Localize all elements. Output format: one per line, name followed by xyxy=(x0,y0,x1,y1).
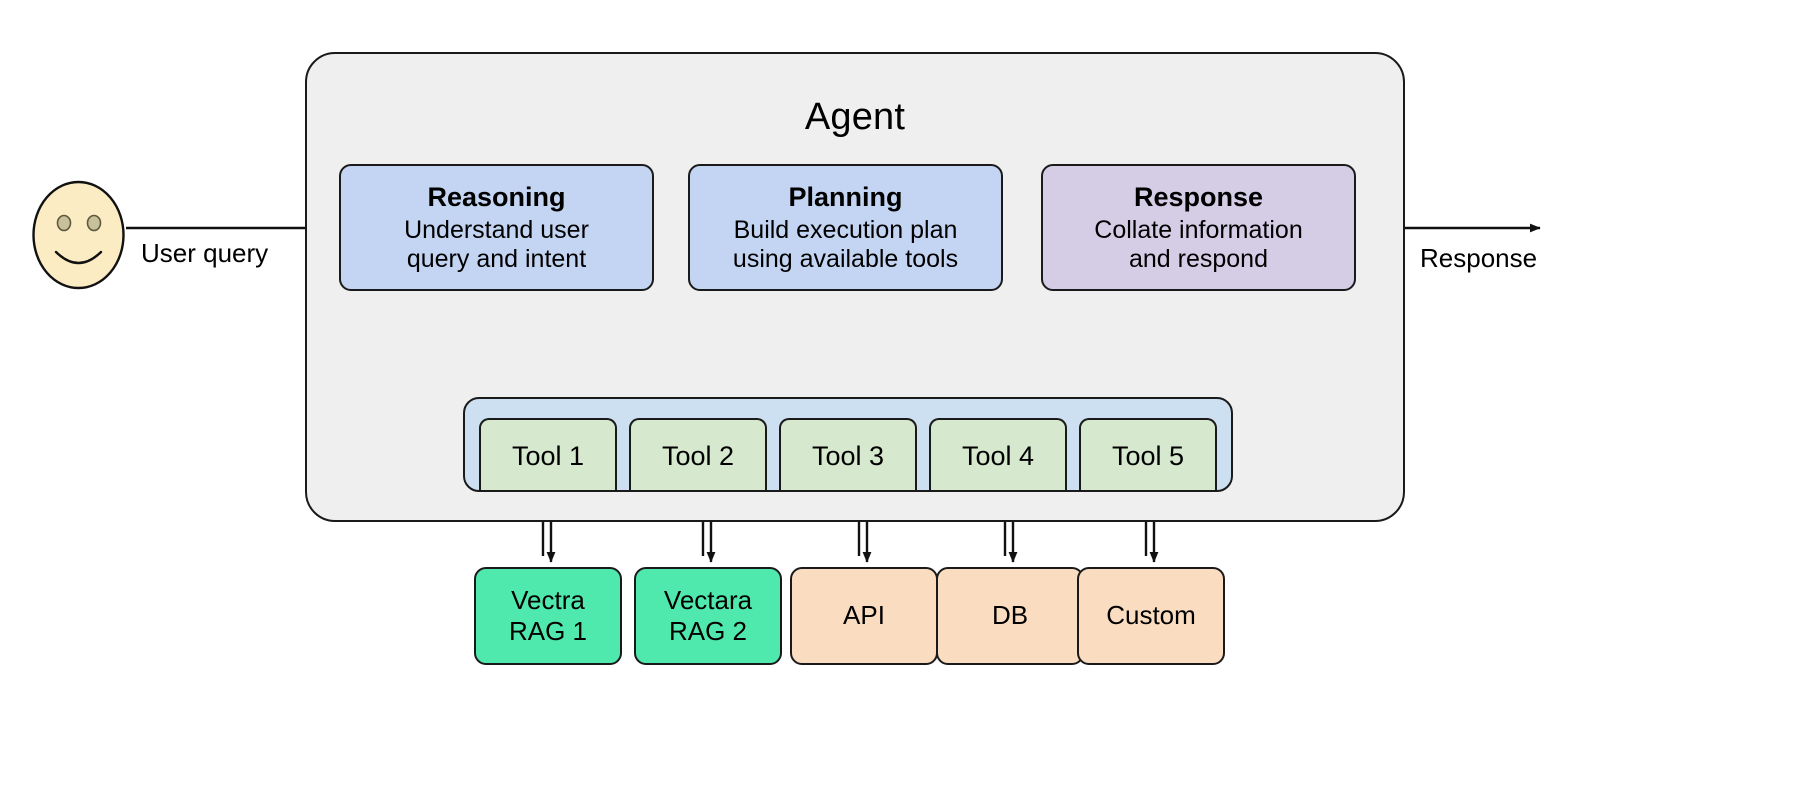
tools-container: Tool 1 Tool 2 Tool 3 Tool 4 Tool 5 xyxy=(463,397,1233,492)
tool-box-3[interactable]: Tool 3 xyxy=(779,418,917,490)
tool-box-2[interactable]: Tool 2 xyxy=(629,418,767,490)
tool-box-4[interactable]: Tool 4 xyxy=(929,418,1067,490)
source-box-vectra-rag-1[interactable]: Vectra RAG 1 xyxy=(474,567,622,665)
edge-label-user-query: User query xyxy=(141,238,269,268)
stage-box-planning[interactable]: Planning Build execution plan using avai… xyxy=(688,164,1003,291)
diagram-canvas: Agent User query Response Reasoning Unde… xyxy=(0,0,1808,788)
source-box-custom[interactable]: Custom xyxy=(1077,567,1225,665)
user-avatar xyxy=(32,180,125,290)
stage-box-reasoning[interactable]: Reasoning Understand user query and inte… xyxy=(339,164,654,291)
agent-title: Agent xyxy=(804,96,906,138)
smiley-face-icon xyxy=(32,180,125,290)
edge-label-response: Response xyxy=(1420,243,1538,273)
stage-box-response[interactable]: Response Collate information and respond xyxy=(1041,164,1356,291)
smiley-left-eye-icon xyxy=(56,214,72,232)
stage-title-response: Response xyxy=(1133,181,1264,212)
tools-row: Tool 1 Tool 2 Tool 3 Tool 4 Tool 5 xyxy=(465,418,1231,490)
source-box-vectara-rag-2[interactable]: Vectara RAG 2 xyxy=(634,567,782,665)
stage-title-planning: Planning xyxy=(788,181,903,212)
stage-desc-planning: Build execution plan using available too… xyxy=(732,215,959,273)
tool-box-1[interactable]: Tool 1 xyxy=(479,418,617,490)
stage-desc-response: Collate information and respond xyxy=(1094,215,1303,273)
tool-box-5[interactable]: Tool 5 xyxy=(1079,418,1217,490)
source-box-api[interactable]: API xyxy=(790,567,938,665)
stage-title-reasoning: Reasoning xyxy=(427,181,566,212)
smiley-right-eye-icon xyxy=(86,214,102,232)
source-box-db[interactable]: DB xyxy=(936,567,1084,665)
stage-desc-reasoning: Understand user query and intent xyxy=(404,215,589,273)
